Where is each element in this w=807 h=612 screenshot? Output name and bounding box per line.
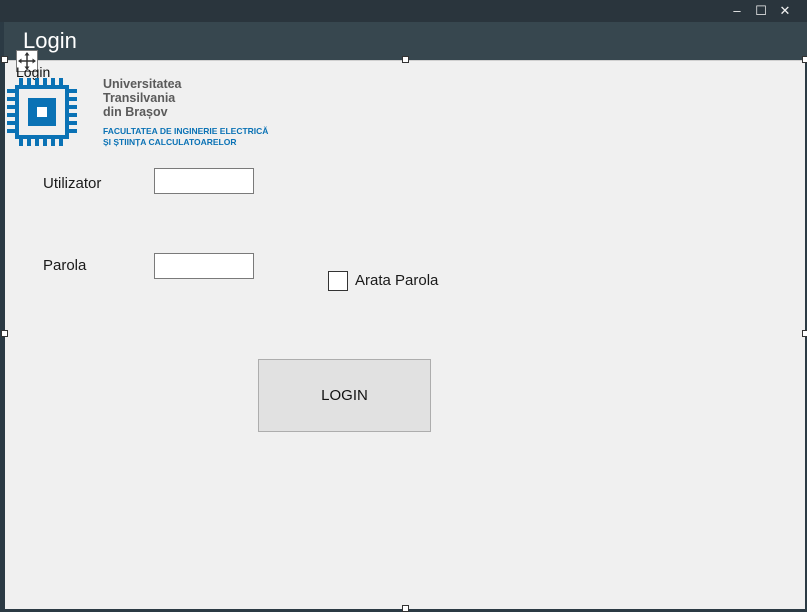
login-button[interactable]: LOGIN: [258, 359, 431, 432]
resize-handle-middle-left[interactable]: [1, 330, 8, 337]
window-title-bar: – ☐ ✕: [0, 0, 807, 22]
password-label: Parola: [43, 257, 87, 274]
username-label: Utilizator: [43, 175, 102, 192]
university-line-2: Transilvania: [103, 91, 176, 105]
resize-handle-top-center[interactable]: [402, 56, 409, 63]
chip-logo-icon: [6, 76, 78, 148]
resize-handle-top-left[interactable]: [1, 56, 8, 63]
faculty-line-2: ȘI ȘTIINȚA CALCULATOARELOR: [103, 137, 237, 147]
resize-handle-middle-right[interactable]: [802, 330, 807, 337]
university-name: Universitatea Transilvania din Brașov: [103, 77, 182, 119]
minimize-button[interactable]: –: [725, 0, 749, 22]
close-button[interactable]: ✕: [773, 0, 797, 22]
resize-handle-bottom-center[interactable]: [402, 605, 409, 612]
university-line-1: Universitatea: [103, 77, 182, 91]
password-field[interactable]: [154, 253, 254, 279]
faculty-name: FACULTATEA DE INGINERIE ELECTRICĂ ȘI ȘTI…: [103, 126, 268, 148]
username-field[interactable]: [154, 168, 254, 194]
university-line-3: din Brașov: [103, 105, 168, 119]
resize-handle-top-right[interactable]: [802, 56, 807, 63]
maximize-button[interactable]: ☐: [749, 0, 773, 22]
faculty-line-1: FACULTATEA DE INGINERIE ELECTRICĂ: [103, 126, 269, 136]
show-password-checkbox[interactable]: [328, 271, 348, 291]
show-password-label[interactable]: Arata Parola: [355, 272, 438, 289]
header-bar: Login: [4, 22, 807, 60]
